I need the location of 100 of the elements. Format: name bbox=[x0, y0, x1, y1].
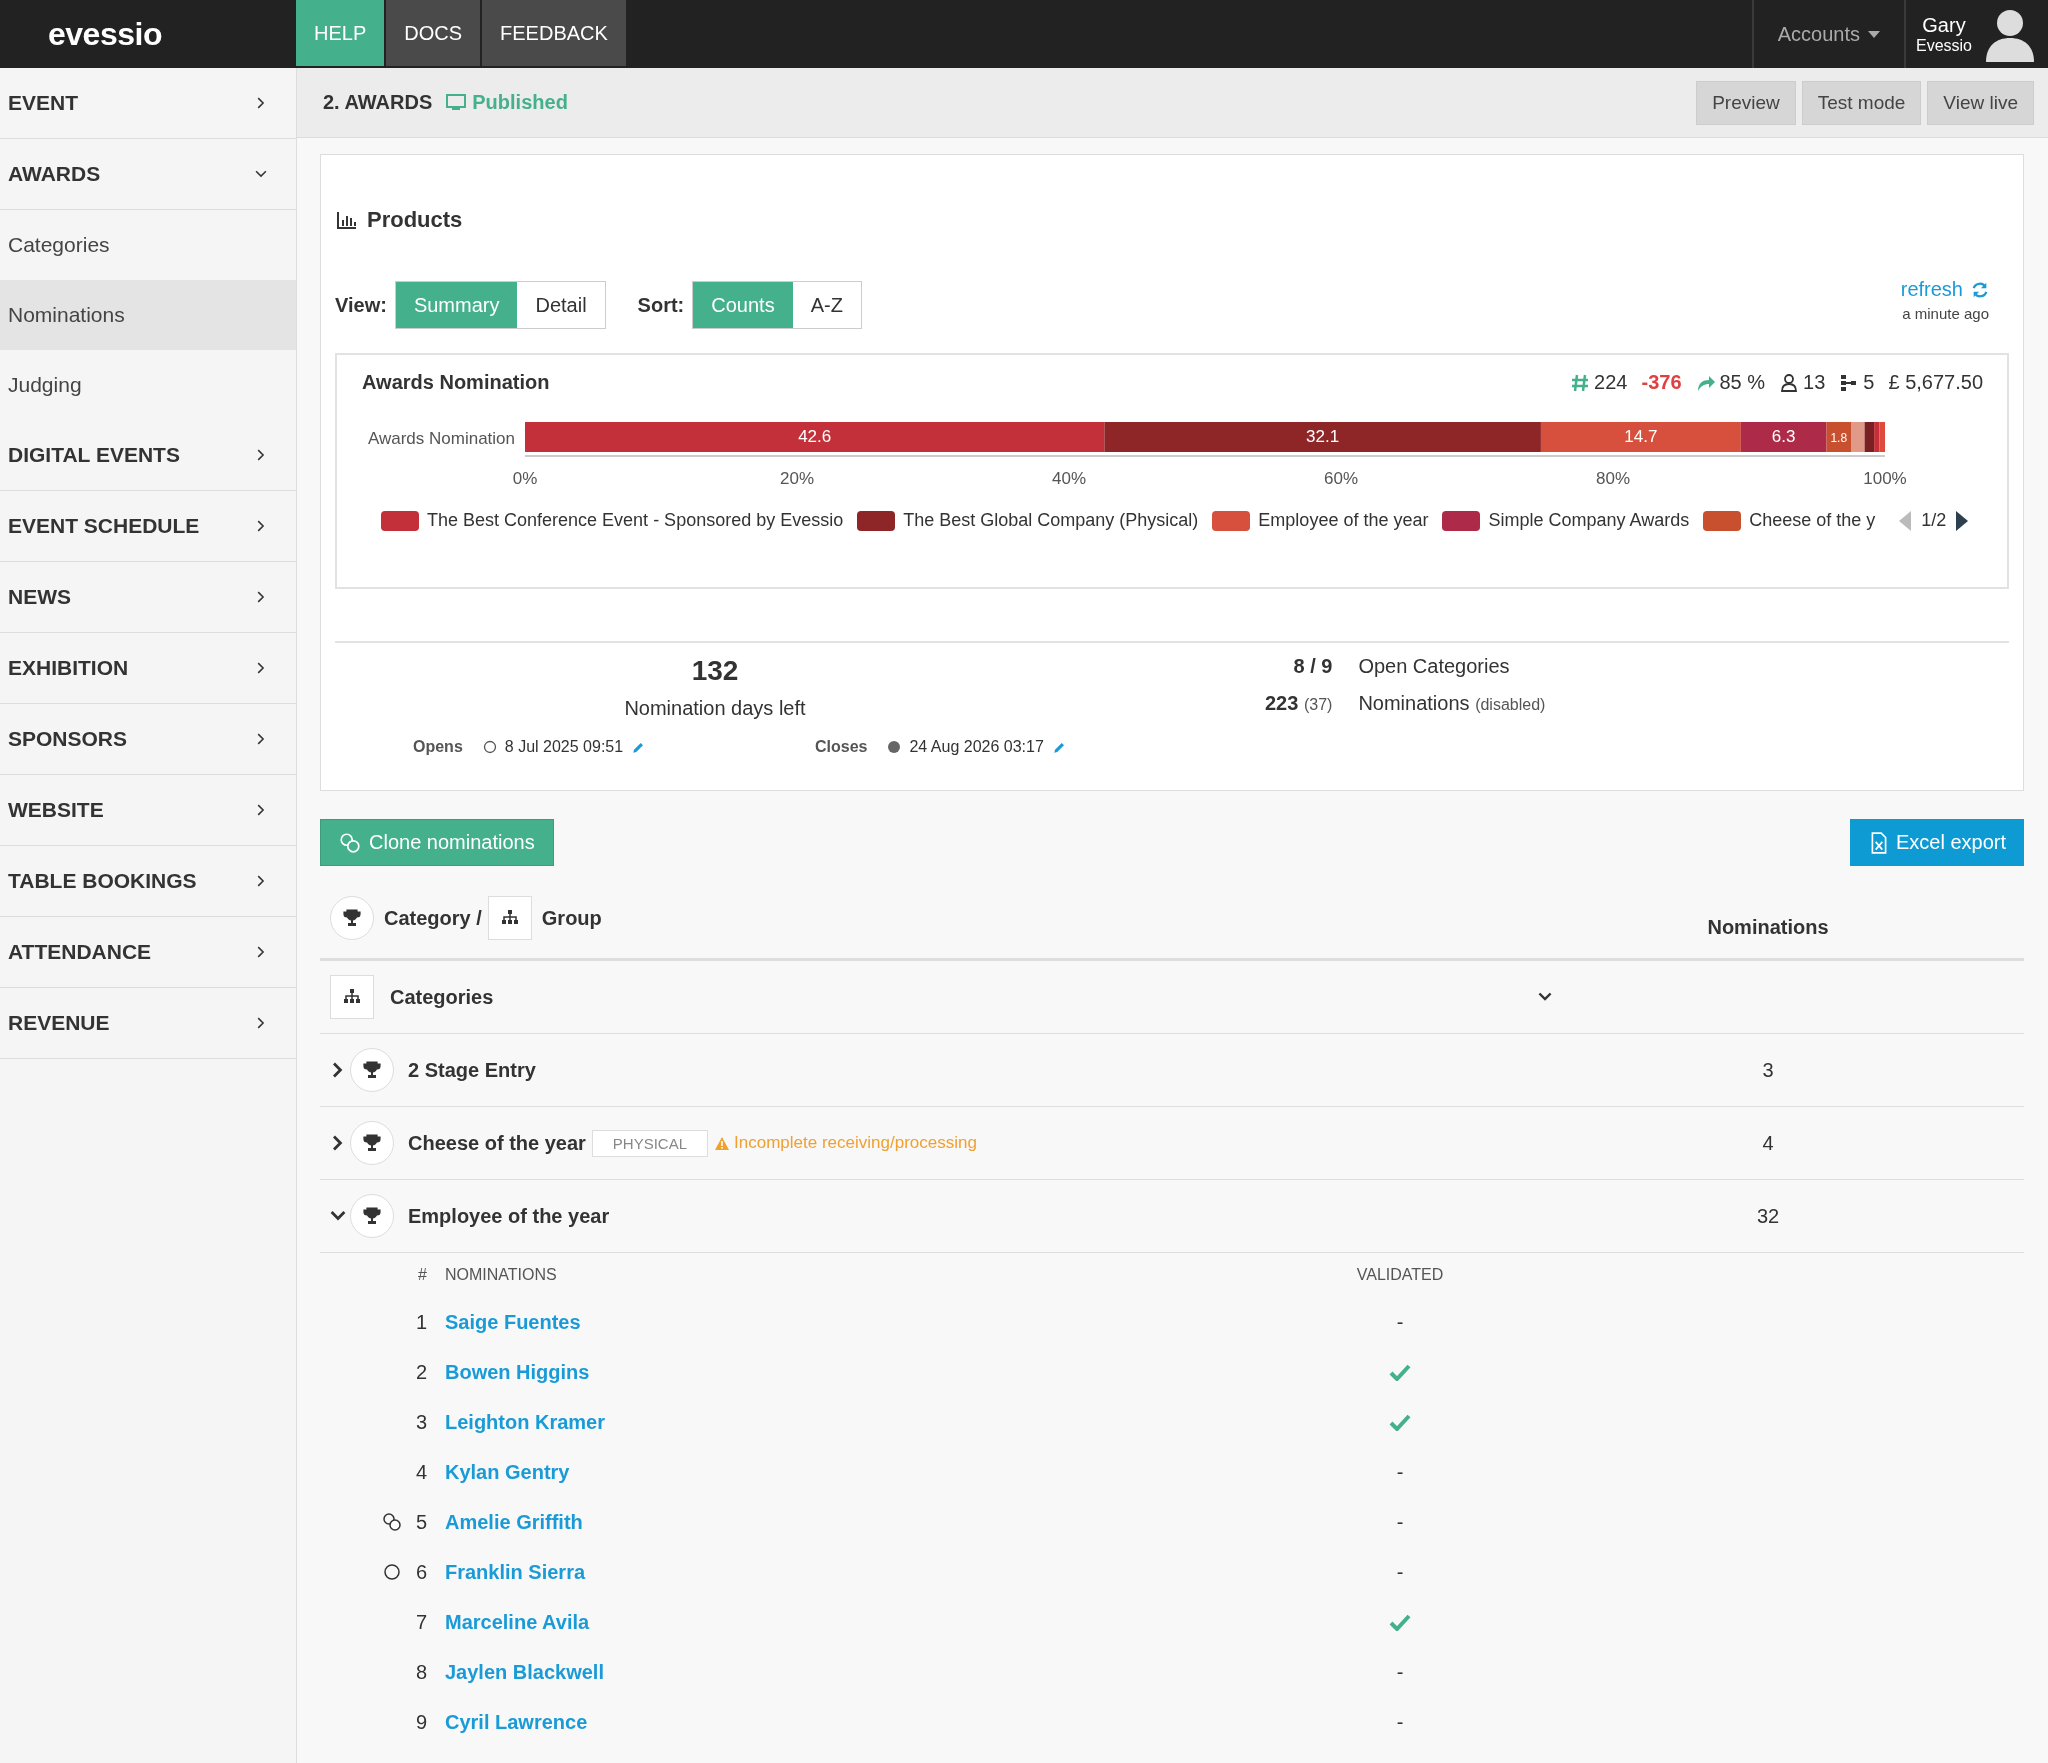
panel-title: Products bbox=[367, 207, 463, 233]
page-indicator: 1/2 bbox=[1921, 510, 1947, 531]
status-label: Published bbox=[472, 91, 568, 114]
bar-segment[interactable] bbox=[1826, 422, 1851, 452]
trophy-icon bbox=[362, 1060, 382, 1080]
not-validated-mark: - bbox=[1396, 1460, 1404, 1484]
column-header: Nominations bbox=[1706, 914, 1830, 939]
legend-label[interactable]: The Best Global Company (Physical) bbox=[903, 510, 1199, 531]
page-title: 2. AWARDS bbox=[323, 91, 433, 114]
not-validated-mark: - bbox=[1396, 1560, 1404, 1584]
row-number: 7 bbox=[414, 1609, 427, 1635]
not-validated-mark: - bbox=[1396, 1660, 1404, 1684]
column-header: Category / bbox=[384, 906, 482, 930]
category-name[interactable]: 2 Stage Entry bbox=[408, 1058, 536, 1082]
user-organization: Evessio bbox=[1915, 36, 1972, 55]
days-label: Nomination days left bbox=[624, 697, 806, 720]
header-button[interactable]: Preview bbox=[1696, 80, 1796, 125]
row-number: 8 bbox=[414, 1659, 427, 1685]
bar-segment[interactable] bbox=[1740, 422, 1827, 452]
group-toggle[interactable] bbox=[487, 896, 532, 940]
nomination-count: 32 bbox=[1755, 1204, 1781, 1228]
count-value: 8 / 9 bbox=[1293, 655, 1333, 677]
sidebar-section[interactable]: EVENT bbox=[0, 68, 296, 139]
sidebar-section[interactable]: EXHIBITION bbox=[0, 633, 296, 704]
count-note: (disabled) bbox=[1475, 696, 1546, 713]
data-label: 6.3 bbox=[1771, 427, 1796, 446]
date-label: Closes bbox=[815, 738, 868, 756]
column-header: # bbox=[417, 1265, 427, 1285]
sidebar-section[interactable]: NEWS bbox=[0, 562, 296, 633]
not-validated-mark: - bbox=[1396, 1710, 1404, 1734]
not-validated-mark: - bbox=[1396, 1510, 1404, 1534]
updated-time: a minute ago bbox=[1902, 305, 1989, 322]
hash-icon bbox=[1570, 372, 1591, 393]
sidebar-section[interactable]: REVENUE bbox=[0, 988, 296, 1059]
sidebar-section[interactable]: WEBSITE bbox=[0, 775, 296, 846]
legend-label[interactable]: Employee of the year bbox=[1258, 510, 1429, 531]
stat-value: -376 bbox=[1641, 371, 1682, 394]
sidebar-section[interactable]: SPONSORS bbox=[0, 704, 296, 775]
data-label: 1.8 bbox=[1830, 431, 1848, 445]
row-number: 9 bbox=[414, 1709, 427, 1735]
axis-tick-label: 80% bbox=[1596, 469, 1630, 488]
bar-segment[interactable] bbox=[1864, 422, 1875, 452]
category-name[interactable]: Cheese of the year bbox=[408, 1131, 586, 1155]
stat-value: £ 5,677.50 bbox=[1888, 371, 1983, 394]
stat-value: 85 % bbox=[1719, 371, 1766, 394]
axis-tick-label: 60% bbox=[1324, 469, 1358, 488]
axis-tick-label: 40% bbox=[1052, 469, 1086, 488]
trophy-icon bbox=[362, 1133, 382, 1153]
row-number: 4 bbox=[414, 1459, 427, 1485]
warning-text: Incomplete receiving/processing bbox=[734, 1133, 977, 1153]
stat-value: 5 bbox=[1863, 371, 1875, 394]
refresh-icon bbox=[1971, 280, 1989, 299]
legend-label[interactable]: Simple Company Awards bbox=[1488, 510, 1690, 531]
previous-arrow-icon[interactable] bbox=[1897, 510, 1912, 531]
date-value: 24 Aug 2026 03:17 bbox=[909, 738, 1044, 756]
sidebar-section[interactable]: DIGITAL EVENTS bbox=[0, 420, 296, 491]
clone-icon bbox=[381, 1512, 403, 1532]
row-number: 3 bbox=[414, 1409, 427, 1435]
nomination-count: 4 bbox=[1761, 1131, 1775, 1155]
count-extra: (37) bbox=[1303, 696, 1333, 713]
date-label: Opens bbox=[413, 738, 463, 756]
sidebar-item[interactable]: Nominations bbox=[0, 280, 296, 350]
user-icon bbox=[1779, 372, 1800, 393]
axis-tick-label: 0% bbox=[512, 469, 538, 488]
trophy-icon bbox=[362, 1206, 382, 1226]
row-number: 6 bbox=[414, 1559, 427, 1585]
legend-label[interactable]: Cheese of the y bbox=[1749, 510, 1876, 531]
monitor-icon bbox=[446, 94, 467, 111]
axis-tick-label: 100% bbox=[1863, 469, 1907, 488]
row-number: 2 bbox=[414, 1359, 427, 1385]
sidebar-item[interactable]: Categories bbox=[0, 210, 296, 280]
legend-label[interactable]: The Best Conference Event - Sponsored by Evessio bbox=[427, 510, 844, 531]
group-label: Categories bbox=[390, 985, 494, 1009]
nav-tab[interactable]: FEEDBACK bbox=[482, 0, 626, 66]
chart-title: Awards Nomination bbox=[362, 371, 550, 394]
sidebar-section[interactable]: TABLE BOOKINGS bbox=[0, 846, 296, 917]
logo[interactable]: evessio bbox=[0, 0, 296, 68]
bar-chart-icon bbox=[335, 210, 359, 230]
warning-icon bbox=[714, 1135, 731, 1151]
trophy-icon bbox=[342, 908, 362, 928]
caret-icon bbox=[1867, 30, 1880, 38]
data-label: 32.1 bbox=[1306, 427, 1340, 446]
clone-icon bbox=[339, 831, 361, 854]
sidebar-section[interactable]: ATTENDANCE bbox=[0, 917, 296, 988]
header-button[interactable]: View live bbox=[1927, 80, 2034, 125]
row-number: 1 bbox=[414, 1309, 427, 1335]
nav-tab[interactable]: DOCS bbox=[386, 0, 481, 66]
sidebar-section[interactable]: EVENT SCHEDULE bbox=[0, 491, 296, 562]
data-label: 42.6 bbox=[798, 427, 832, 446]
count-label: Nominations bbox=[1358, 692, 1470, 714]
category-label: Awards Nomination bbox=[367, 429, 515, 448]
category-name[interactable]: Employee of the year bbox=[408, 1204, 610, 1228]
control-label: Sort: bbox=[637, 293, 685, 317]
stat-value: 13 bbox=[1803, 371, 1826, 394]
sidebar-item[interactable]: Judging bbox=[0, 350, 296, 420]
column-header: Group bbox=[541, 906, 602, 930]
row-number: 5 bbox=[414, 1509, 427, 1535]
sidebar-section[interactable]: AWARDS bbox=[0, 139, 296, 210]
header-button[interactable]: Test mode bbox=[1801, 80, 1922, 125]
control-label: View: bbox=[335, 293, 387, 317]
